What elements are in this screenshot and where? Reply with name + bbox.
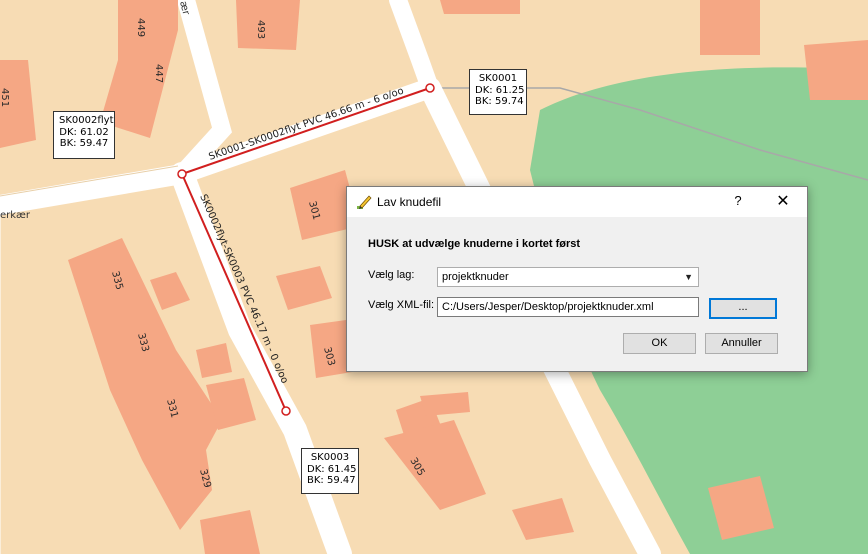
manhole-node[interactable] bbox=[281, 406, 291, 416]
node-dk: DK: 61.02 bbox=[59, 126, 109, 138]
xml-file-label: Vælg XML-fil: bbox=[368, 299, 435, 311]
node-name: SK0001 bbox=[478, 73, 518, 84]
layer-label: Vælg lag: bbox=[368, 269, 415, 281]
node-bk: BK: 59.47 bbox=[307, 475, 356, 486]
close-button[interactable]: ✕ bbox=[775, 191, 791, 211]
ok-button[interactable]: OK bbox=[623, 333, 696, 354]
road-label: erkær bbox=[0, 210, 31, 221]
browse-button[interactable]: ... bbox=[709, 298, 777, 319]
dialog-titlebar[interactable]: Lav knudefil ? ✕ bbox=[347, 187, 807, 217]
house-number: 451 bbox=[0, 88, 10, 107]
lav-knudefil-dialog: Lav knudefil ? ✕ HUSK at udvælge knudern… bbox=[346, 186, 808, 372]
node-name: SK0003 bbox=[310, 452, 350, 463]
house-number: 449 bbox=[135, 18, 146, 37]
house-number: 447 bbox=[153, 64, 164, 83]
node-bk: BK: 59.74 bbox=[475, 96, 524, 107]
manhole-node[interactable] bbox=[425, 83, 435, 93]
node-label-sk0002flyt: SK0002flyt DK: 61.02 BK: 59.47 bbox=[53, 111, 115, 159]
xml-file-input[interactable]: C:/Users/Jesper/Desktop/projektknuder.xm… bbox=[437, 297, 699, 317]
node-name: SK0002flyt bbox=[59, 115, 114, 126]
cancel-button[interactable]: Annuller bbox=[705, 333, 778, 354]
house-number: 493 bbox=[255, 20, 266, 39]
node-bk: BK: 59.47 bbox=[59, 138, 109, 149]
node-dk: DK: 61.45 bbox=[307, 463, 357, 475]
qgis-pencil-icon bbox=[357, 195, 372, 209]
help-button[interactable]: ? bbox=[731, 193, 745, 208]
node-label-sk0001: SK0001 DK: 61.25 BK: 59.74 bbox=[469, 69, 527, 115]
dialog-heading: HUSK at udvælge knuderne i kortet først bbox=[368, 238, 581, 250]
layer-select-value: projektknuder bbox=[442, 271, 509, 283]
node-dk: DK: 61.25 bbox=[475, 84, 525, 96]
layer-select[interactable]: projektknuder ▼ bbox=[437, 267, 699, 287]
dropdown-arrow-icon: ▼ bbox=[684, 272, 693, 282]
manhole-node[interactable] bbox=[177, 169, 187, 179]
node-label-sk0003: SK0003 DK: 61.45 BK: 59.47 bbox=[301, 448, 359, 494]
dialog-title: Lav knudefil bbox=[377, 195, 442, 209]
